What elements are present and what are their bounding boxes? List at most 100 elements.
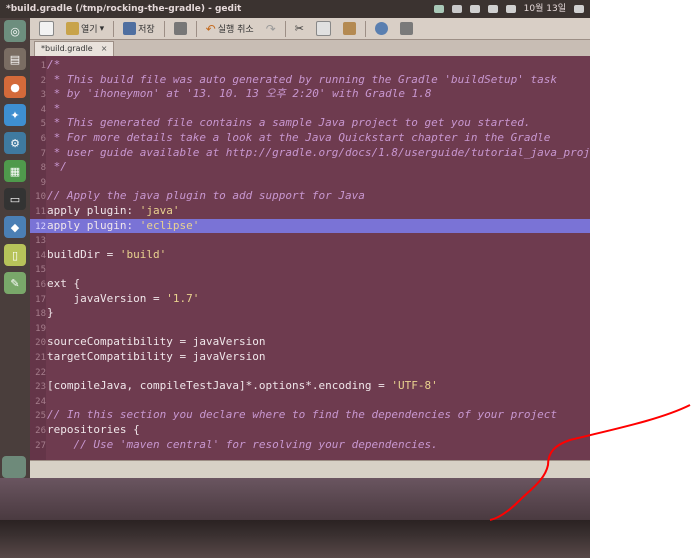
toolbar-separator [195, 20, 197, 37]
toolbar-separator [364, 20, 366, 37]
search-icon [374, 22, 388, 35]
terminal-icon[interactable]: ▭ [4, 188, 26, 210]
tab-label: *build.gradle [41, 44, 93, 53]
line-text: // Use 'maven central' for resolving you… [47, 437, 438, 451]
undo-button[interactable]: ↶ 실행 취소 [203, 20, 257, 38]
line-number: 6 [40, 134, 46, 144]
search-button[interactable] [372, 20, 391, 38]
files-icon[interactable]: ▤ [4, 48, 26, 70]
line-text: * This build file was auto generated by … [47, 72, 557, 86]
code-line[interactable]: 15 [30, 262, 590, 277]
close-icon[interactable]: × [101, 42, 108, 56]
code-line[interactable]: 23 [compileJava, compileTestJava]*.option… [30, 379, 590, 394]
code-line[interactable]: 11 apply plugin: 'java' [30, 204, 590, 219]
code-line[interactable]: 25// In this section you declare where t… [30, 408, 590, 423]
software-center-icon[interactable]: ◆ [4, 216, 26, 238]
line-text: javaVersion = '1.7' [47, 291, 200, 305]
code-line[interactable]: 20 sourceCompatibility = javaVersion [30, 335, 590, 350]
code-line[interactable]: 2 * This build file was auto generated b… [30, 73, 590, 88]
replace-button[interactable] [397, 20, 416, 38]
system-tray: 10월 13일 [433, 0, 584, 18]
code-line[interactable]: 3 * by 'ihoneymon' at '13. 10. 13 오후 2:2… [30, 87, 590, 102]
code-line[interactable]: 7 * user guide available at http://gradl… [30, 146, 590, 161]
line-text: * user guide available at http://gradle.… [47, 145, 590, 159]
code-line[interactable]: 4 * [30, 102, 590, 117]
line-text: apply plugin: 'java' [47, 204, 180, 217]
code-line[interactable]: 1/* [30, 58, 590, 73]
text-editor-icon[interactable]: ✎ [4, 272, 26, 294]
clock[interactable]: 10월 13일 [524, 0, 566, 18]
line-text: * This generated file contains a sample … [47, 116, 531, 130]
line-text: // Apply the java plugin to add support … [47, 189, 365, 203]
code-line[interactable]: 21 targetCompatibility = javaVersion [30, 350, 590, 365]
line-number: 14 [35, 250, 46, 261]
keyboard-icon[interactable] [451, 5, 462, 13]
line-number: 1 [40, 61, 46, 71]
line-number: 25 [35, 411, 46, 422]
status-bar [30, 460, 590, 479]
settings-icon[interactable]: ⚙ [4, 132, 26, 154]
replace-icon [399, 22, 413, 35]
code-line[interactable]: 22 [30, 365, 590, 380]
copy-button[interactable] [313, 20, 334, 38]
save-button[interactable]: 저장 [120, 20, 158, 38]
folder-icon [66, 22, 79, 35]
spreadsheet-icon[interactable]: ▦ [4, 160, 26, 182]
code-line[interactable]: 24 [30, 394, 590, 409]
new-button[interactable] [36, 20, 57, 38]
line-number: 10 [35, 192, 46, 203]
volume-icon[interactable] [505, 5, 516, 13]
redo-button[interactable]: ↷ [263, 20, 279, 38]
line-text: [compileJava, compileTestJava]*.options*… [47, 379, 438, 393]
code-line[interactable]: 18} [30, 306, 590, 321]
line-number: 23 [35, 382, 46, 393]
line-number: 27 [35, 440, 46, 451]
trash-icon[interactable] [2, 456, 26, 478]
line-text: * [47, 101, 61, 115]
code-line[interactable]: 27 // Use 'maven central' for resolving … [30, 438, 590, 453]
save-label: 저장 [138, 25, 155, 35]
firefox-icon[interactable]: ● [4, 76, 26, 98]
open-button[interactable]: 열기 ▾ [63, 20, 107, 38]
paste-button[interactable] [340, 20, 359, 38]
line-text: } [47, 306, 54, 320]
print-button[interactable] [171, 20, 190, 38]
dash-icon[interactable]: ◎ [4, 20, 26, 42]
tab-build-gradle[interactable]: *build.gradle × [34, 41, 115, 56]
monitor-bezel [0, 478, 590, 520]
line-number: 20 [35, 338, 46, 349]
power-icon[interactable] [574, 5, 584, 13]
cut-icon: ✂ [294, 22, 304, 35]
code-line[interactable]: 14 buildDir = 'build' [30, 248, 590, 263]
mail-icon[interactable] [433, 5, 444, 13]
line-text: targetCompatibility = javaVersion [47, 350, 266, 363]
code-line[interactable]: 16 ext { [30, 277, 590, 292]
network-icon[interactable] [469, 5, 480, 13]
line-text: ext { [47, 277, 81, 290]
redo-icon: ↷ [265, 21, 276, 36]
line-text: repositories { [47, 423, 140, 436]
line-number: 24 [35, 396, 46, 407]
cut-button[interactable]: ✂ [292, 20, 307, 38]
code-line[interactable]: 6 * For more details take a look at the … [30, 131, 590, 146]
line-number: 9 [40, 177, 46, 188]
code-line[interactable]: 8 */ [30, 160, 590, 175]
line-text: * by 'ihoneymon' at '13. 10. 13 오후 2:20'… [47, 87, 432, 101]
new-document-icon [39, 21, 54, 36]
code-line[interactable]: 9 [30, 175, 590, 190]
line-number: 17 [35, 294, 46, 305]
code-line[interactable]: 13 [30, 233, 590, 248]
line-text: */ [47, 160, 67, 174]
document-icon[interactable]: ▯ [4, 244, 26, 266]
battery-icon[interactable] [487, 5, 498, 13]
code-line[interactable]: 5 * This generated file contains a sampl… [30, 116, 590, 131]
code-line[interactable]: 17 javaVersion = '1.7' [30, 292, 590, 307]
code-line[interactable]: 10// Apply the java plugin to add suppor… [30, 189, 590, 204]
code-line[interactable]: 19 [30, 321, 590, 336]
twitter-icon[interactable]: ✦ [4, 104, 26, 126]
line-number: 4 [40, 104, 46, 115]
code-editor[interactable]: 1/* 2 * This build file was auto generate… [30, 56, 590, 460]
chevron-down-icon[interactable]: ▾ [100, 24, 105, 34]
code-line[interactable]: 26 repositories { [30, 423, 590, 438]
code-line[interactable]: 12 apply plugin: 'eclipse' [30, 218, 590, 234]
